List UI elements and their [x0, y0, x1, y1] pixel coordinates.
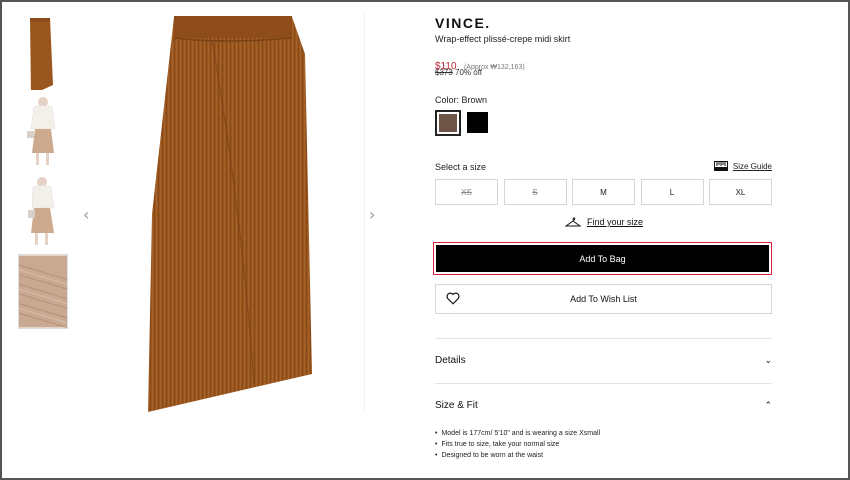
model-side-image	[18, 175, 68, 250]
chevron-up-icon: ⌃	[764, 400, 772, 411]
list-item: Fits true to size, take your normal size	[435, 441, 600, 448]
thumbnail-3[interactable]	[18, 175, 68, 250]
chevron-down-icon: ⌄	[764, 355, 772, 366]
size-fit-list: Model is 177cm/ 5'10" and is wearing a s…	[435, 430, 600, 463]
size-guide-link[interactable]: Size Guide	[713, 161, 772, 171]
product-page: ‹ › VINCE. Wrap-effect plissé-crepe midi…	[0, 0, 850, 480]
heart-icon	[446, 292, 460, 305]
thumbnail-2[interactable]	[18, 95, 68, 170]
size-xs-button[interactable]: XS	[435, 179, 498, 205]
add-to-wish-list-button[interactable]: Add To Wish List	[435, 284, 772, 314]
find-your-size-link[interactable]: Find your size	[565, 217, 643, 227]
next-image-arrow[interactable]: ›	[369, 205, 375, 224]
brand-name[interactable]: VINCE.	[435, 15, 491, 31]
size-s-button[interactable]: S	[503, 179, 567, 205]
details-accordion[interactable]: Details ⌄	[435, 355, 772, 366]
divider	[435, 338, 772, 339]
size-l-button[interactable]: L	[640, 179, 704, 205]
product-name: Wrap-effect plissé-crepe midi skirt	[435, 34, 571, 44]
original-price-row: $373 70% off	[435, 68, 482, 77]
find-your-size-label: Find your size	[587, 217, 644, 227]
image-divider	[364, 12, 365, 412]
add-to-bag-button[interactable]: Add To Bag	[436, 245, 769, 272]
thumbnail-4[interactable]	[18, 254, 68, 329]
original-price: $373	[435, 68, 453, 77]
color-swatch-black[interactable]	[467, 112, 488, 133]
list-item: Designed to be worn at the waist	[435, 452, 600, 459]
thumbnail-1[interactable]	[18, 15, 68, 90]
size-label: Select a size	[435, 162, 487, 172]
color-swatch-brown[interactable]	[435, 110, 461, 136]
details-label: Details	[435, 355, 466, 366]
hanger-icon	[565, 217, 581, 227]
skirt-thumbnail-image	[18, 15, 68, 90]
ruler-icon	[713, 161, 728, 171]
model-front-image	[18, 95, 68, 170]
discount-label: 70% off	[455, 68, 483, 77]
prev-image-arrow[interactable]: ‹	[83, 205, 89, 224]
list-item: Model is 177cm/ 5'10" and is wearing a s…	[435, 430, 600, 437]
wish-list-label: Add To Wish List	[570, 294, 637, 304]
size-options: XS S M L XL	[435, 179, 772, 205]
main-product-image	[148, 16, 312, 412]
size-m-button[interactable]: M	[572, 179, 635, 205]
divider	[435, 383, 772, 384]
size-guide-label: Size Guide	[732, 161, 772, 171]
color-label: Color: Brown	[435, 95, 488, 105]
fabric-detail-image	[19, 255, 67, 328]
size-fit-accordion[interactable]: Size & Fit ⌃	[435, 400, 772, 411]
size-xl-button[interactable]: XL	[709, 179, 772, 205]
size-fit-label: Size & Fit	[435, 400, 478, 411]
